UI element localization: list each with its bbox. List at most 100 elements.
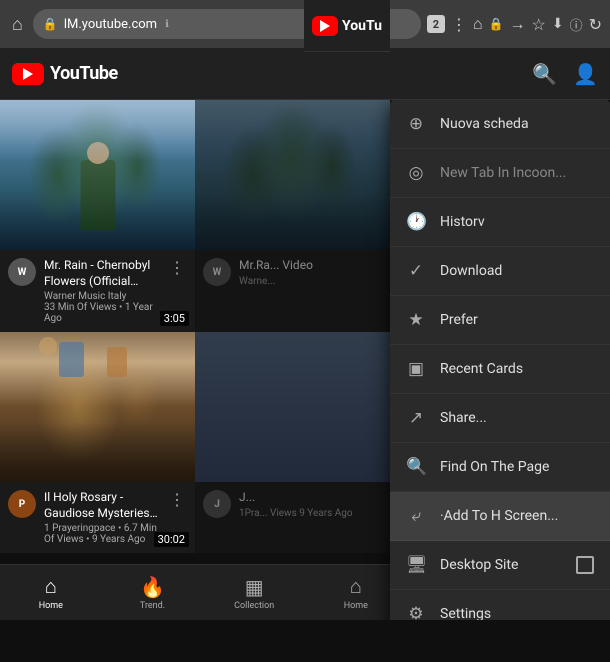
menu-item-nuova-scheda[interactable]: ⊕ Nuova scheda [390,100,610,149]
video-channel-2: Warne... [239,276,382,287]
figure-gold [107,347,127,377]
youtube-logo[interactable]: YouTube [12,63,118,85]
video-grid: 3:05 W Mr. Rain - Chernobyl Flowers (Off… [0,100,390,553]
channel-avatar-2: W [203,258,231,286]
video-menu-3[interactable]: ⋮ [167,490,187,509]
header-icons: 🔍 👤 [532,62,598,86]
refresh-icon[interactable]: ↻ [589,15,602,34]
collection-nav-label: Collection [234,601,274,611]
menu-item-prefer[interactable]: ★ Prefer [390,296,610,345]
video-card[interactable]: 3:05 W Mr. Rain - Chernobyl Flowers (Off… [0,100,195,332]
video-info-2: W Mr.Ra... Video Warne... [195,250,390,295]
forward-icon[interactable]: → [510,14,526,34]
nav-collection[interactable]: ▦ Collection [203,571,305,615]
youtube-logo-icon [12,63,44,85]
trending-nav-icon: 🔥 [140,575,165,599]
desktop-label: Desktop Site [440,557,562,573]
video-title-3: Il Holy Rosary - Gaudiose Mysteries (of … [44,490,159,521]
bottom-shadow [0,422,195,482]
video-channel-4: 1Pra... Views 9 Years Ago [239,508,382,519]
video-thumbnail-2 [195,100,390,250]
video-views-1: 33 Min Of Views • 1 Year Ago [44,302,159,324]
context-menu: ⊕ Nuova scheda ◎ New Tab In Incoon... 🕐 … [390,100,610,620]
incognito-label: New Tab In Incoon... [440,165,594,181]
prefer-icon: ★ [406,310,426,330]
menu-item-settings[interactable]: ⚙ Settings [390,590,610,620]
figure-blue [59,342,84,377]
nuova-scheda-label: Nuova scheda [440,116,594,132]
channel-avatar-1: W [8,258,36,286]
tab-count[interactable]: 2 [427,15,445,33]
video-title-1: Mr. Rain - Chernobyl Flowers (Official V… [44,258,159,289]
video-thumbnail-4 [195,332,390,482]
video-channel-1: Warner Music Italy [44,291,159,302]
home2-nav-icon: ⌂ [350,574,362,599]
recent-cards-label: Recent Cards [440,361,594,377]
info-icon[interactable]: ⓘ [570,15,583,34]
halo [39,337,57,355]
search-icon[interactable]: 🔍 [532,62,557,86]
settings-label: Settings [440,606,594,620]
home-nav-icon: ⌂ [45,574,57,599]
menu-item-add-home[interactable]: ⤶ ·Add To H Screen... [390,492,610,541]
video-duration-3: 30:02 [154,532,189,547]
menu-item-desktop-site[interactable]: 🖥 Desktop Site [390,541,610,590]
star-icon[interactable]: ☆ [532,15,546,34]
menu-item-history[interactable]: 🕐 Historv [390,198,610,247]
video-menu-1[interactable]: ⋮ [167,258,187,277]
desktop-icon: 🖥 [406,555,426,575]
menu-item-download[interactable]: ✓ Download [390,247,610,296]
trending-nav-label: Trend. [140,601,165,611]
home-browser-icon[interactable]: ⌂ [8,10,27,39]
channel-avatar-4: J [203,490,231,518]
menu-item-find[interactable]: 🔍 Find On The Page [390,443,610,492]
recent-cards-icon: ▣ [406,359,426,379]
video-info-4: J J... 1Pra... Views 9 Years Ago [195,482,390,527]
second-yt-text: YouTu [342,18,382,34]
menu-item-share[interactable]: ↗ Share... [390,394,610,443]
settings-icon: ⚙ [406,604,426,620]
video-card-2[interactable]: W Mr.Ra... Video Warne... [195,100,390,332]
prefer-label: Prefer [440,312,594,328]
video-card-4[interactable]: J J... 1Pra... Views 9 Years Ago [195,332,390,553]
add-home-icon: ⤶ [406,506,426,526]
add-home-label: ·Add To H Screen... [440,508,594,524]
account-icon[interactable]: 👤 [573,62,598,86]
video-card-3[interactable]: 30:02 P Il Holy Rosary - Gaudiose Myster… [0,332,195,553]
content-area: 3:05 W Mr. Rain - Chernobyl Flowers (Off… [0,100,610,620]
second-yt-icon [312,16,338,36]
download-label: Download [440,263,594,279]
youtube-header: YouTube 🔍 👤 YouTu [0,48,610,100]
video-meta-1: Mr. Rain - Chernobyl Flowers (Official V… [44,258,159,324]
menu-item-recent-cards[interactable]: ▣ Recent Cards [390,345,610,394]
video-duration-1: 3:05 [160,311,189,326]
nav-home[interactable]: ⌂ Home [0,570,102,615]
lock-icon: 🔒 [43,17,58,31]
tab-indicator: ℹ [165,19,169,30]
video-channel-3: 1 Prayeringpace • 6.7 Min Of Views • 9 Y… [44,523,159,545]
menu-item-incognito[interactable]: ◎ New Tab In Incoon... [390,149,610,198]
nav-home-icon[interactable]: ⌂ [473,14,483,34]
nav-lock-icon[interactable]: 🔒 [489,17,504,31]
new-tab-icon: ⊕ [406,114,426,134]
video-title-4: J... [239,490,382,506]
share-label: Share... [440,410,594,426]
sky-overlay [0,100,195,160]
video-meta-2: Mr.Ra... Video Warne... [239,258,382,287]
address-text: lM.youtube.com [64,17,157,32]
video-meta-4: J... 1Pra... Views 9 Years Ago [239,490,382,519]
channel-avatar-3: P [8,490,36,518]
nav-trending[interactable]: 🔥 Trend. [102,571,204,615]
video-thumbnail-3 [0,332,195,482]
video-meta-3: Il Holy Rosary - Gaudiose Mysteries (of … [44,490,159,545]
download-icon: ✓ [406,261,426,281]
more-vert-icon[interactable]: ⋮ [451,15,467,34]
video-title-2: Mr.Ra... Video [239,258,382,274]
figure-silhouette [80,160,115,230]
video-thumbnail-1 [0,100,195,250]
desktop-checkbox[interactable] [576,556,594,574]
home2-nav-label: Home [344,601,368,611]
share-icon: ↗ [406,408,426,428]
incognito-icon: ◎ [406,163,426,183]
dl-icon[interactable]: ⬇ [552,16,564,32]
